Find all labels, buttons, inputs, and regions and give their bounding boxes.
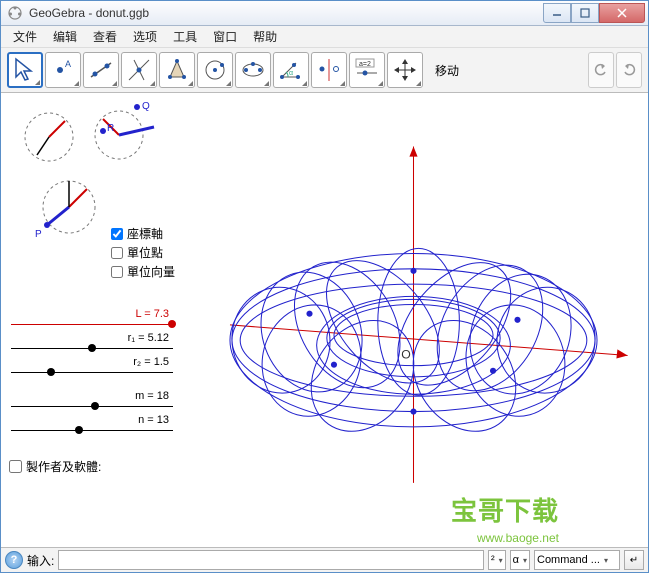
tool-point[interactable]: A bbox=[45, 52, 81, 88]
slider-m[interactable]: m = 18 bbox=[9, 392, 175, 416]
slider-n[interactable]: n = 13 bbox=[9, 416, 175, 440]
tool-move-view[interactable] bbox=[387, 52, 423, 88]
unit-vector-checkbox[interactable]: 單位向量 bbox=[111, 263, 175, 280]
author-checkbox[interactable]: 製作者及軟體: bbox=[9, 458, 175, 475]
svg-text:P: P bbox=[35, 229, 42, 240]
tool-polygon[interactable] bbox=[159, 52, 195, 88]
axes-checkbox[interactable]: 座標軸 bbox=[111, 225, 175, 242]
svg-text:R: R bbox=[107, 123, 114, 134]
toolbar: A α a=2 移动 bbox=[1, 48, 648, 93]
maximize-button[interactable] bbox=[571, 3, 599, 23]
slider-r1[interactable]: r₁ = 5.12 bbox=[9, 334, 175, 358]
input-enter-button[interactable]: ↵ bbox=[624, 550, 644, 570]
tool-reflect[interactable] bbox=[311, 52, 347, 88]
tool-circle[interactable] bbox=[197, 52, 233, 88]
tool-perpendicular[interactable] bbox=[121, 52, 157, 88]
algebra-panel: Q R P 座標軸 單位點 單位向量 L = 7.3 bbox=[1, 93, 179, 547]
tool-slider[interactable]: a=2 bbox=[349, 52, 385, 88]
tool-line[interactable] bbox=[83, 52, 119, 88]
menu-tools[interactable]: 工具 bbox=[165, 26, 205, 47]
menu-edit[interactable]: 编辑 bbox=[45, 26, 85, 47]
tool-conic[interactable] bbox=[235, 52, 271, 88]
unit-point-checkbox[interactable]: 單位點 bbox=[111, 244, 175, 261]
tool-active-label: 移动 bbox=[435, 62, 586, 79]
slider-r2[interactable]: r₂ = 1.5 bbox=[9, 358, 175, 382]
app-icon bbox=[7, 5, 23, 21]
command-input[interactable] bbox=[58, 550, 484, 570]
menu-options[interactable]: 选项 bbox=[125, 26, 165, 47]
titlebar: GeoGebra - donut.ggb bbox=[1, 1, 648, 26]
symbol-dropdown[interactable]: α▾ bbox=[510, 550, 530, 570]
input-bar: ? 输入: ²▾ α▾ Command ...▾ ↵ bbox=[1, 547, 648, 572]
svg-text:α: α bbox=[289, 70, 293, 77]
minimize-button[interactable] bbox=[543, 3, 571, 23]
superscript-dropdown[interactable]: ²▾ bbox=[488, 550, 506, 570]
menubar: 文件 编辑 查看 选项 工具 窗口 帮助 bbox=[1, 26, 648, 48]
help-icon[interactable]: ? bbox=[5, 551, 23, 569]
tool-move[interactable] bbox=[7, 52, 43, 88]
input-label: 输入: bbox=[27, 552, 54, 569]
svg-text:Q: Q bbox=[142, 101, 150, 112]
menu-help[interactable]: 帮助 bbox=[245, 26, 285, 47]
svg-text:O: O bbox=[401, 348, 411, 362]
slider-L[interactable]: L = 7.3 bbox=[9, 310, 175, 334]
redo-button[interactable] bbox=[616, 52, 642, 88]
tool-angle[interactable]: α bbox=[273, 52, 309, 88]
graphics-view[interactable]: O bbox=[179, 93, 648, 547]
menu-window[interactable]: 窗口 bbox=[205, 26, 245, 47]
close-button[interactable] bbox=[599, 3, 645, 23]
menu-view[interactable]: 查看 bbox=[85, 26, 125, 47]
menu-file[interactable]: 文件 bbox=[5, 26, 45, 47]
undo-button[interactable] bbox=[588, 52, 614, 88]
command-dropdown[interactable]: Command ...▾ bbox=[534, 550, 620, 570]
svg-text:A: A bbox=[65, 59, 71, 69]
window-title: GeoGebra - donut.ggb bbox=[29, 6, 149, 20]
